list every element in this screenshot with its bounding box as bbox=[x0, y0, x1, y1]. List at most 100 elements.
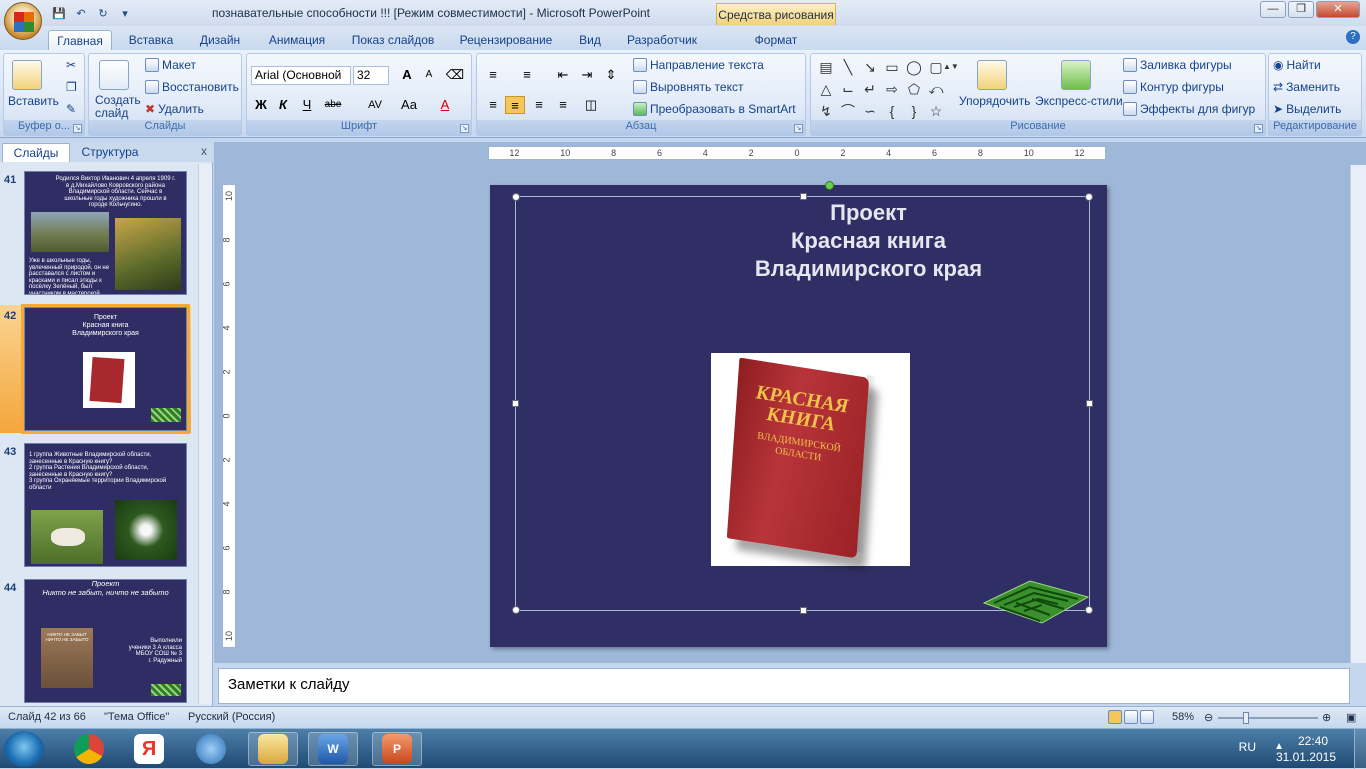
freeform-shape-icon[interactable]: ∽ bbox=[861, 102, 879, 120]
brace-right-shape-icon[interactable]: } bbox=[905, 102, 923, 120]
paste-button[interactable]: Вставить bbox=[8, 94, 59, 108]
oval-shape-icon[interactable]: ◯ bbox=[905, 58, 923, 76]
elbow-connector-icon[interactable]: ⌙ bbox=[839, 80, 857, 98]
tab-format[interactable]: Формат bbox=[740, 30, 812, 50]
explorer-icon[interactable] bbox=[248, 732, 298, 766]
tab-developer[interactable]: Разработчик bbox=[620, 30, 704, 50]
textbox-shape-icon[interactable]: ▤ bbox=[817, 58, 835, 76]
start-button[interactable] bbox=[4, 731, 44, 767]
normal-view-icon[interactable] bbox=[1108, 710, 1122, 724]
tab-design[interactable]: Дизайн bbox=[192, 30, 248, 50]
layout-button[interactable]: Макет bbox=[145, 58, 196, 72]
align-right-icon[interactable]: ≡ bbox=[529, 96, 549, 114]
clock-time[interactable]: 22:40 bbox=[1298, 734, 1328, 748]
resize-handle-n[interactable] bbox=[800, 193, 807, 200]
columns-icon[interactable]: ◫ bbox=[581, 96, 601, 114]
line-shape-icon[interactable]: ╲ bbox=[839, 58, 857, 76]
shape-fill-button[interactable]: Заливка фигуры bbox=[1123, 58, 1232, 72]
new-slide-button[interactable]: Создать слайд bbox=[95, 94, 143, 120]
slide-thumbnail-43[interactable]: 1 группа Животные Владимирской области, … bbox=[24, 443, 187, 567]
maximize-button[interactable]: ❐ bbox=[1288, 1, 1314, 18]
increase-indent-icon[interactable]: ⇥ bbox=[577, 66, 597, 84]
input-language[interactable]: RU bbox=[1239, 740, 1256, 754]
tab-slides[interactable]: Слайды bbox=[2, 143, 70, 162]
font-size-combo[interactable]: 32 bbox=[353, 66, 389, 85]
italic-button[interactable]: К bbox=[273, 96, 293, 114]
arrange-button[interactable]: Упорядочить bbox=[959, 94, 1030, 108]
editor-vertical-scrollbar[interactable] bbox=[1350, 165, 1366, 663]
smartart-button[interactable]: Преобразовать в SmartArt bbox=[633, 102, 796, 116]
dialog-launcher-icon[interactable]: ↘ bbox=[794, 124, 803, 133]
connector-icon[interactable]: ↵ bbox=[861, 80, 879, 98]
resize-handle-w[interactable] bbox=[512, 400, 519, 407]
undo-icon[interactable]: ↶ bbox=[72, 5, 90, 21]
slide-thumbnail-41[interactable]: Родился Виктор Иванович 4 апреля 1909 г.… bbox=[24, 171, 187, 295]
reset-button[interactable]: Восстановить bbox=[145, 80, 239, 94]
notes-pane[interactable]: Заметки к слайду bbox=[218, 668, 1350, 704]
arrow-line-shape-icon[interactable]: ↘ bbox=[861, 58, 879, 76]
align-text-button[interactable]: Выровнять текст bbox=[633, 80, 743, 94]
font-color-button[interactable]: A bbox=[435, 96, 455, 114]
resize-handle-sw[interactable] bbox=[512, 606, 520, 614]
format-painter-icon[interactable]: ✎ bbox=[66, 102, 76, 116]
yandex-browser-icon[interactable]: Я bbox=[124, 732, 174, 766]
word-icon[interactable]: W bbox=[308, 732, 358, 766]
shapes-scroll-icon[interactable]: ▲▼ bbox=[943, 58, 959, 76]
dialog-launcher-icon[interactable]: ↘ bbox=[73, 124, 82, 133]
shrink-font-button[interactable]: A bbox=[419, 66, 439, 84]
language-indicator[interactable]: Русский (Россия) bbox=[188, 711, 275, 723]
tab-review[interactable]: Рецензирование bbox=[452, 30, 560, 50]
decrease-indent-icon[interactable]: ⇤ bbox=[553, 66, 573, 84]
clock-date[interactable]: 31.01.2015 bbox=[1276, 750, 1336, 764]
rotation-handle[interactable] bbox=[825, 181, 834, 190]
tab-home[interactable]: Главная bbox=[48, 30, 112, 50]
fit-to-window-icon[interactable]: ▣ bbox=[1346, 711, 1356, 724]
chrome-icon[interactable] bbox=[64, 732, 114, 766]
shape-effects-button[interactable]: Эффекты для фигур bbox=[1123, 102, 1255, 116]
align-left-icon[interactable]: ≡ bbox=[483, 96, 503, 114]
zoom-in-icon[interactable]: ⊕ bbox=[1322, 711, 1331, 724]
resize-handle-ne[interactable] bbox=[1085, 193, 1093, 201]
change-case-button[interactable]: Aa bbox=[399, 96, 419, 114]
text-direction-button[interactable]: Направление текста bbox=[633, 58, 764, 72]
tab-insert[interactable]: Вставка bbox=[122, 30, 180, 50]
close-pane-icon[interactable]: x bbox=[201, 144, 207, 158]
resize-handle-e[interactable] bbox=[1086, 400, 1093, 407]
triangle-shape-icon[interactable]: △ bbox=[817, 80, 835, 98]
save-icon[interactable]: 💾 bbox=[50, 5, 68, 21]
slide-canvas[interactable]: Проект Красная книга Владимирского края … bbox=[490, 181, 1107, 647]
slideshow-view-icon[interactable] bbox=[1140, 710, 1154, 724]
powerpoint-icon[interactable]: P bbox=[372, 732, 422, 766]
thumbnails-scrollbar[interactable] bbox=[198, 164, 212, 704]
media-player-icon[interactable] bbox=[186, 732, 236, 766]
tab-view[interactable]: Вид bbox=[570, 30, 610, 50]
zoom-slider-knob[interactable] bbox=[1243, 712, 1249, 724]
shape-outline-button[interactable]: Контур фигуры bbox=[1123, 80, 1224, 94]
grow-font-button[interactable]: A bbox=[397, 66, 417, 84]
zoom-slider[interactable] bbox=[1218, 717, 1318, 719]
quick-styles-button[interactable]: Экспресс-стили bbox=[1035, 94, 1123, 108]
curve-shape-icon[interactable]: ⤺ bbox=[927, 80, 945, 98]
find-button[interactable]: ◉ Найти bbox=[1273, 58, 1321, 72]
align-center-icon[interactable]: ≡ bbox=[505, 96, 525, 114]
slide-sorter-icon[interactable] bbox=[1124, 710, 1138, 724]
slide-thumbnail-44[interactable]: Проект Никто не забыт, ничто не забыто Н… bbox=[24, 579, 187, 703]
zoom-out-icon[interactable]: ⊖ bbox=[1204, 711, 1213, 724]
rectangle-shape-icon[interactable]: ▭ bbox=[883, 58, 901, 76]
pentagon-shape-icon[interactable]: ⬠ bbox=[905, 80, 923, 98]
office-button[interactable] bbox=[4, 2, 42, 40]
brace-left-shape-icon[interactable]: { bbox=[883, 102, 901, 120]
bullets-icon[interactable]: ≡ bbox=[483, 66, 503, 84]
star-shape-icon[interactable]: ☆ bbox=[927, 102, 945, 120]
numbering-icon[interactable]: ≡ bbox=[517, 66, 537, 84]
delete-slide-button[interactable]: ✖ Удалить bbox=[145, 102, 204, 116]
underline-button[interactable]: Ч bbox=[297, 96, 317, 114]
cut-icon[interactable]: ✂ bbox=[66, 58, 76, 72]
copy-icon[interactable]: ❐ bbox=[66, 80, 77, 94]
arc-shape-icon[interactable]: ⌒ bbox=[839, 102, 857, 120]
replace-button[interactable]: ⇄ Заменить bbox=[1273, 80, 1340, 94]
lightning-shape-icon[interactable]: ↯ bbox=[817, 102, 835, 120]
char-spacing-button[interactable]: AV bbox=[365, 96, 385, 114]
customize-qat-icon[interactable]: ▾ bbox=[116, 5, 134, 21]
dialog-launcher-icon[interactable]: ↘ bbox=[460, 124, 469, 133]
